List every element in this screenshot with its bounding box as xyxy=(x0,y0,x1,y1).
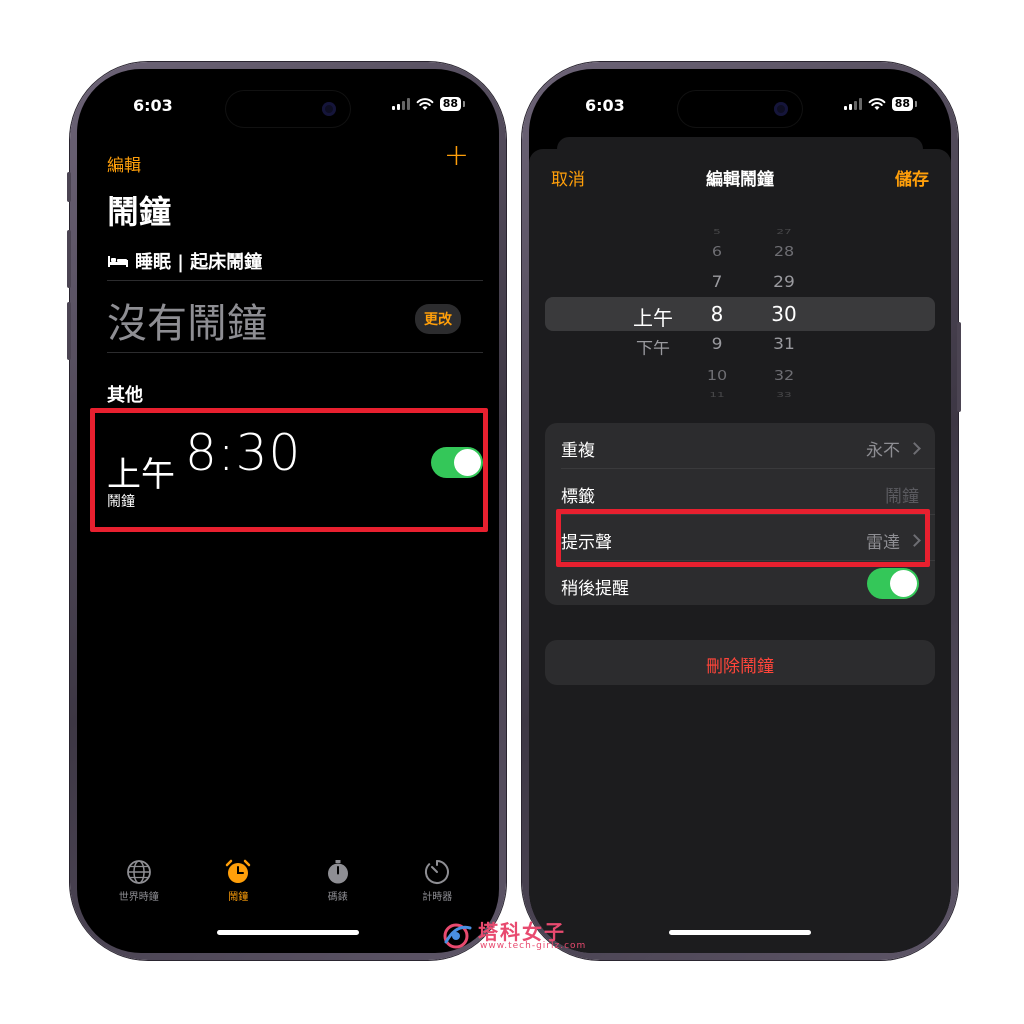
tab-label: 鬧鐘 xyxy=(228,892,249,903)
edit-button[interactable]: 編輯 xyxy=(107,151,141,176)
status-time: 6:03 xyxy=(133,96,173,115)
label-value: 鬧鐘 xyxy=(885,487,919,507)
cellular-signal-icon xyxy=(391,98,410,110)
highlight-sound-box xyxy=(556,509,930,567)
time-picker[interactable]: 上午 下午 5 6 7 8 9 10 11 27 28 29 30 31 32 33 xyxy=(529,219,951,409)
power-button xyxy=(957,322,961,412)
picker-minute-option[interactable]: 29 xyxy=(773,273,795,292)
timer-icon xyxy=(425,860,450,884)
picker-minute-wheel[interactable]: 27 28 29 30 31 32 33 xyxy=(529,219,951,409)
repeat-label: 重複 xyxy=(561,441,595,461)
repeat-row[interactable]: 重複 永不 xyxy=(545,423,935,468)
front-camera xyxy=(774,102,788,116)
home-indicator xyxy=(217,930,359,935)
label-row[interactable]: 標籤 鬧鐘 xyxy=(545,469,935,514)
sleep-section-label: 睡眠 | 起床鬧鐘 xyxy=(135,252,263,273)
other-section-header: 其他 xyxy=(107,385,143,406)
snooze-row: 稍後提醒 xyxy=(545,561,935,606)
sleep-section-header: 睡眠 | 起床鬧鐘 xyxy=(107,248,262,274)
highlight-alarm-box xyxy=(90,408,488,532)
tab-label: 計時器 xyxy=(422,892,453,903)
repeat-value: 永不 xyxy=(866,441,900,461)
wifi-icon xyxy=(868,98,886,110)
tab-bar: 世界時鐘 鬧鐘 碼錶 計時器 xyxy=(77,859,499,903)
status-time: 6:03 xyxy=(585,96,625,115)
add-alarm-button[interactable]: + xyxy=(444,141,469,171)
delete-alarm-label: 刪除鬧鐘 xyxy=(706,657,774,677)
dynamic-island xyxy=(226,91,350,127)
battery-indicator: 88 xyxy=(891,97,918,111)
status-icons: 88 xyxy=(391,97,466,111)
snooze-toggle[interactable] xyxy=(867,568,919,599)
picker-minute-option[interactable]: 32 xyxy=(774,368,794,384)
delete-alarm-button[interactable]: 刪除鬧鐘 xyxy=(545,640,935,685)
picker-minute-option[interactable]: 31 xyxy=(773,335,795,354)
tab-label: 世界時鐘 xyxy=(118,892,159,903)
chevron-right-icon xyxy=(908,442,921,455)
repeat-value-group: 永不 xyxy=(866,436,921,461)
tab-label: 碼錶 xyxy=(327,892,348,903)
sheet-title: 編輯鬧鐘 xyxy=(706,170,774,190)
bed-icon xyxy=(108,256,128,267)
watermark-subtitle: www.tech-girlz.com xyxy=(480,941,587,951)
snooze-label: 稍後提醒 xyxy=(561,579,629,599)
stopwatch-icon xyxy=(327,860,348,884)
status-icons: 88 xyxy=(843,97,918,111)
save-button[interactable]: 儲存 xyxy=(895,165,929,190)
wifi-icon xyxy=(416,98,434,110)
divider xyxy=(107,352,483,353)
globe-icon xyxy=(126,860,151,884)
volume-down-button xyxy=(67,302,71,360)
alarm-clock-icon xyxy=(226,859,251,883)
watermark: 塔科女子 www.tech-girlz.com xyxy=(440,916,590,956)
tab-alarm[interactable]: 鬧鐘 xyxy=(198,859,278,903)
volume-up-button xyxy=(67,230,71,288)
picker-minute-option[interactable]: 27 xyxy=(776,228,791,236)
tab-stopwatch[interactable]: 碼錶 xyxy=(298,859,378,903)
toggle-knob xyxy=(890,570,917,597)
no-alarm-text: 沒有鬧鐘 xyxy=(107,301,267,347)
change-sleep-button[interactable]: 更改 xyxy=(415,304,461,334)
action-button xyxy=(67,172,71,202)
picker-minute-selected[interactable]: 30 xyxy=(771,302,796,326)
divider xyxy=(107,280,483,281)
watermark-logo-icon xyxy=(443,923,472,949)
home-indicator xyxy=(669,930,811,935)
label-label: 標籤 xyxy=(561,487,595,507)
picker-minute-option[interactable]: 33 xyxy=(776,392,791,400)
cellular-signal-icon xyxy=(843,98,862,110)
front-camera xyxy=(322,102,336,116)
battery-indicator: 88 xyxy=(439,97,466,111)
dynamic-island xyxy=(678,91,802,127)
tab-world-clock[interactable]: 世界時鐘 xyxy=(99,859,179,903)
picker-minute-option[interactable]: 28 xyxy=(774,244,794,260)
tab-timer[interactable]: 計時器 xyxy=(397,859,477,903)
page-title: 鬧鐘 xyxy=(107,193,172,231)
